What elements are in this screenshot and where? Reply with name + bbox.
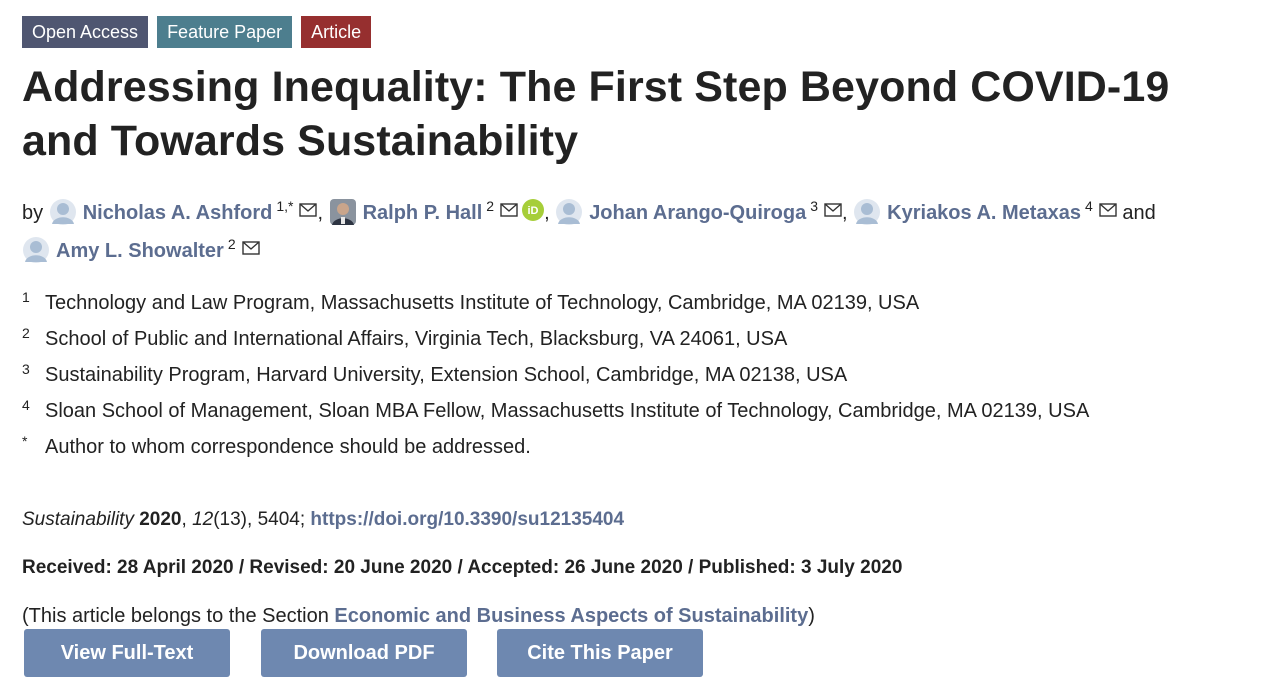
person-placeholder-icon — [853, 198, 881, 226]
author-affil-sup: 4 — [1084, 198, 1093, 214]
affiliation-item: 3 Sustainability Program, Harvard Univer… — [22, 357, 1247, 393]
title-line-2: and Towards Sustainability — [22, 117, 579, 165]
mail-icon[interactable] — [824, 196, 842, 217]
citation-volume: 12 — [192, 509, 214, 530]
section-info: (This article belongs to the Section Eco… — [22, 603, 1247, 629]
affiliation-number: 3 — [22, 361, 30, 377]
affiliation-number: 2 — [22, 325, 30, 341]
author-5: Amy L. Showalter 2 — [22, 236, 260, 263]
affiliation-item: 2 School of Public and International Aff… — [22, 321, 1247, 357]
mail-icon[interactable] — [500, 196, 518, 217]
affiliation-text: Sustainability Program, Harvard Universi… — [45, 364, 848, 386]
affiliation-item: 1 Technology and Law Program, Massachuse… — [22, 285, 1247, 321]
article-header: Open Access Feature Paper Article Addres… — [22, 16, 1247, 629]
mail-icon[interactable] — [1099, 196, 1117, 217]
author-name[interactable]: Johan Arango-Quiroga — [589, 202, 806, 224]
and-label: and — [1122, 202, 1156, 224]
author-3: Johan Arango-Quiroga 3, — [555, 198, 853, 225]
person-placeholder-icon — [49, 198, 77, 226]
author-affil-sup: 2 — [486, 198, 495, 214]
mail-icon[interactable] — [299, 196, 318, 217]
citation-article-number: , 5404; — [247, 509, 311, 530]
download-pdf-button[interactable]: Download PDF — [261, 629, 467, 677]
citation-line: Sustainability 2020, 12(13), 5404; https… — [22, 509, 625, 530]
cite-this-paper-button[interactable]: Cite This Paper — [497, 629, 703, 677]
author-4: Kyriakos A. Metaxas 4 — [853, 198, 1122, 225]
doi-link[interactable]: https://doi.org/10.3390/su12135404 — [310, 509, 624, 530]
author-name[interactable]: Kyriakos A. Metaxas — [887, 202, 1081, 224]
section-suffix: ) — [808, 605, 815, 627]
affiliation-text: Technology and Law Program, Massachusett… — [45, 292, 920, 314]
title-line-1: Addressing Inequality: The First Step Be… — [22, 63, 1170, 111]
by-label: by — [22, 202, 44, 224]
author-affil-sup: 1,* — [276, 198, 294, 214]
person-placeholder-icon — [22, 236, 50, 264]
publication-dates: Received: 28 April 2020 / Revised: 20 Ju… — [22, 557, 903, 578]
view-full-text-button[interactable]: View Full-Text — [24, 629, 230, 677]
orcid-label: iD — [528, 205, 539, 217]
affiliation-number: 4 — [22, 397, 30, 413]
badge-row: Open Access Feature Paper Article — [22, 16, 1247, 48]
author-affil-sup: 3 — [810, 198, 819, 214]
orcid-icon[interactable]: iD — [522, 199, 545, 221]
author-list: by Nicholas A. Ashford 1,*, Ralph P. Hall… — [22, 191, 1247, 267]
action-buttons: View Full-Text Download PDF Cite This Pa… — [24, 629, 703, 677]
article-title: Addressing Inequality: The First Step Be… — [22, 60, 1247, 168]
author-affil-sup: 2 — [227, 236, 236, 252]
open-access-badge[interactable]: Open Access — [22, 16, 149, 48]
citation-year: 2020 — [139, 509, 182, 530]
author-1: Nicholas A. Ashford 1,*, — [49, 198, 329, 225]
correspondence-note: * Author to whom correspondence should b… — [22, 429, 1247, 465]
author-2: Ralph P. Hall 2 iD, — [329, 198, 556, 225]
section-link[interactable]: Economic and Business Aspects of Sustain… — [334, 605, 808, 627]
affiliation-list: 1 Technology and Law Program, Massachuse… — [22, 285, 1247, 465]
journal-name[interactable]: Sustainability — [22, 509, 134, 530]
affiliation-text: School of Public and International Affai… — [45, 328, 788, 350]
author-name[interactable]: Amy L. Showalter — [56, 240, 224, 262]
person-placeholder-icon — [555, 198, 583, 226]
affiliation-text: Sloan School of Management, Sloan MBA Fe… — [45, 400, 1090, 422]
affiliation-text: Author to whom correspondence should be … — [45, 436, 531, 458]
article-type-badge[interactable]: Article — [301, 16, 372, 48]
affiliation-number: 1 — [22, 289, 30, 305]
author-photo — [329, 198, 357, 226]
affiliation-number: * — [22, 433, 28, 449]
feature-paper-badge[interactable]: Feature Paper — [157, 16, 293, 48]
author-name[interactable]: Nicholas A. Ashford — [83, 202, 273, 224]
affiliation-item: 4 Sloan School of Management, Sloan MBA … — [22, 393, 1247, 429]
section-prefix: (This article belongs to the Section — [22, 605, 335, 627]
citation-issue: (13) — [213, 509, 248, 530]
author-name[interactable]: Ralph P. Hall — [363, 202, 483, 224]
mail-icon[interactable] — [241, 234, 260, 255]
